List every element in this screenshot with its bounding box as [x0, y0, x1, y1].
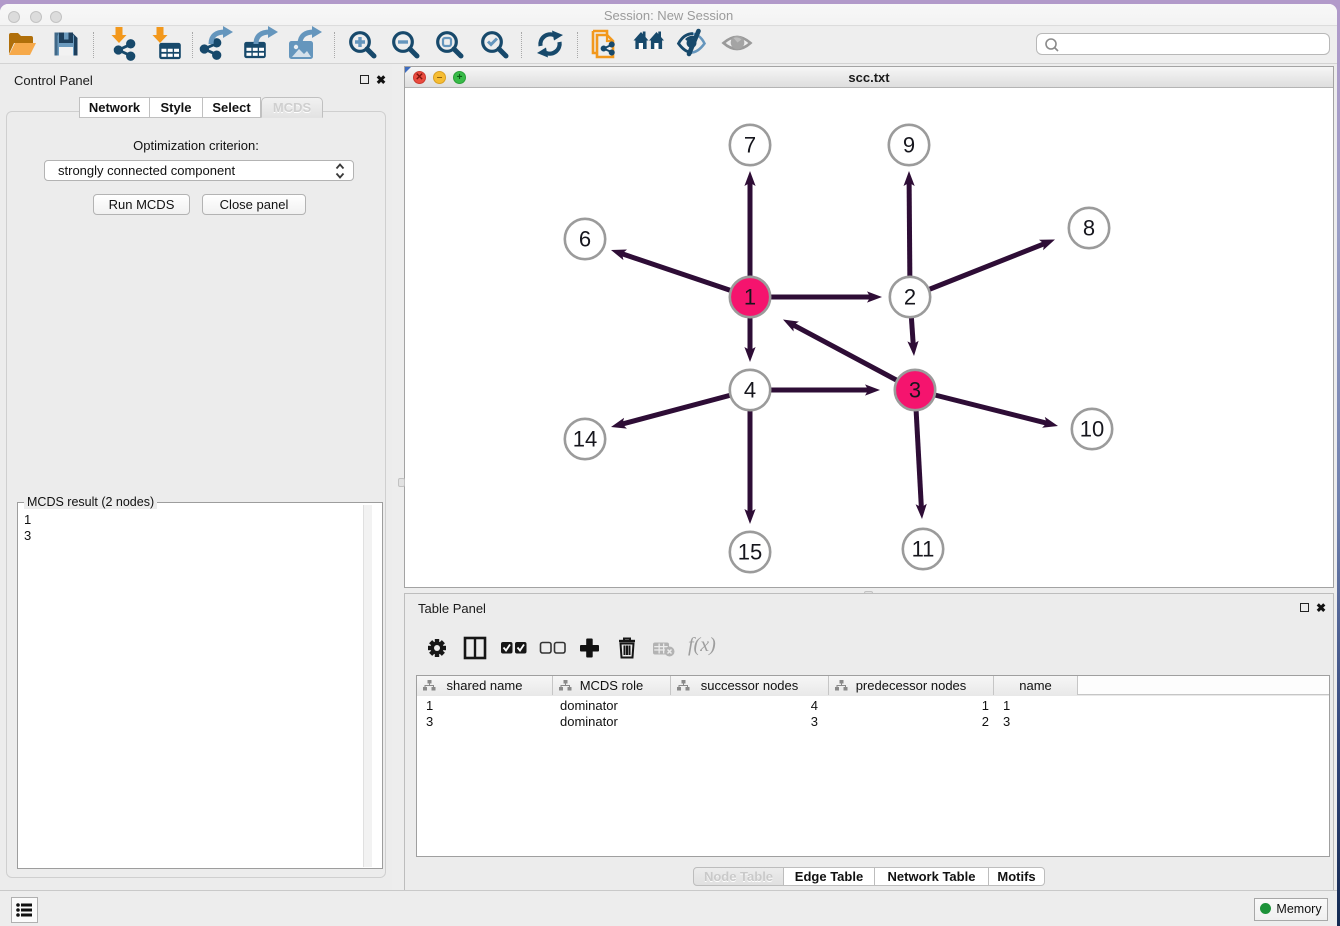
svg-text:14: 14: [573, 427, 597, 452]
svg-text:10: 10: [1080, 417, 1104, 442]
svg-text:9: 9: [903, 133, 915, 158]
svg-text:15: 15: [738, 540, 762, 565]
svg-text:1: 1: [744, 285, 756, 310]
svg-text:3: 3: [909, 378, 921, 403]
svg-text:11: 11: [912, 537, 935, 562]
svg-text:4: 4: [744, 378, 756, 403]
svg-text:2: 2: [904, 285, 916, 310]
svg-text:7: 7: [744, 133, 756, 158]
svg-text:6: 6: [579, 227, 591, 252]
svg-text:8: 8: [1083, 216, 1095, 241]
